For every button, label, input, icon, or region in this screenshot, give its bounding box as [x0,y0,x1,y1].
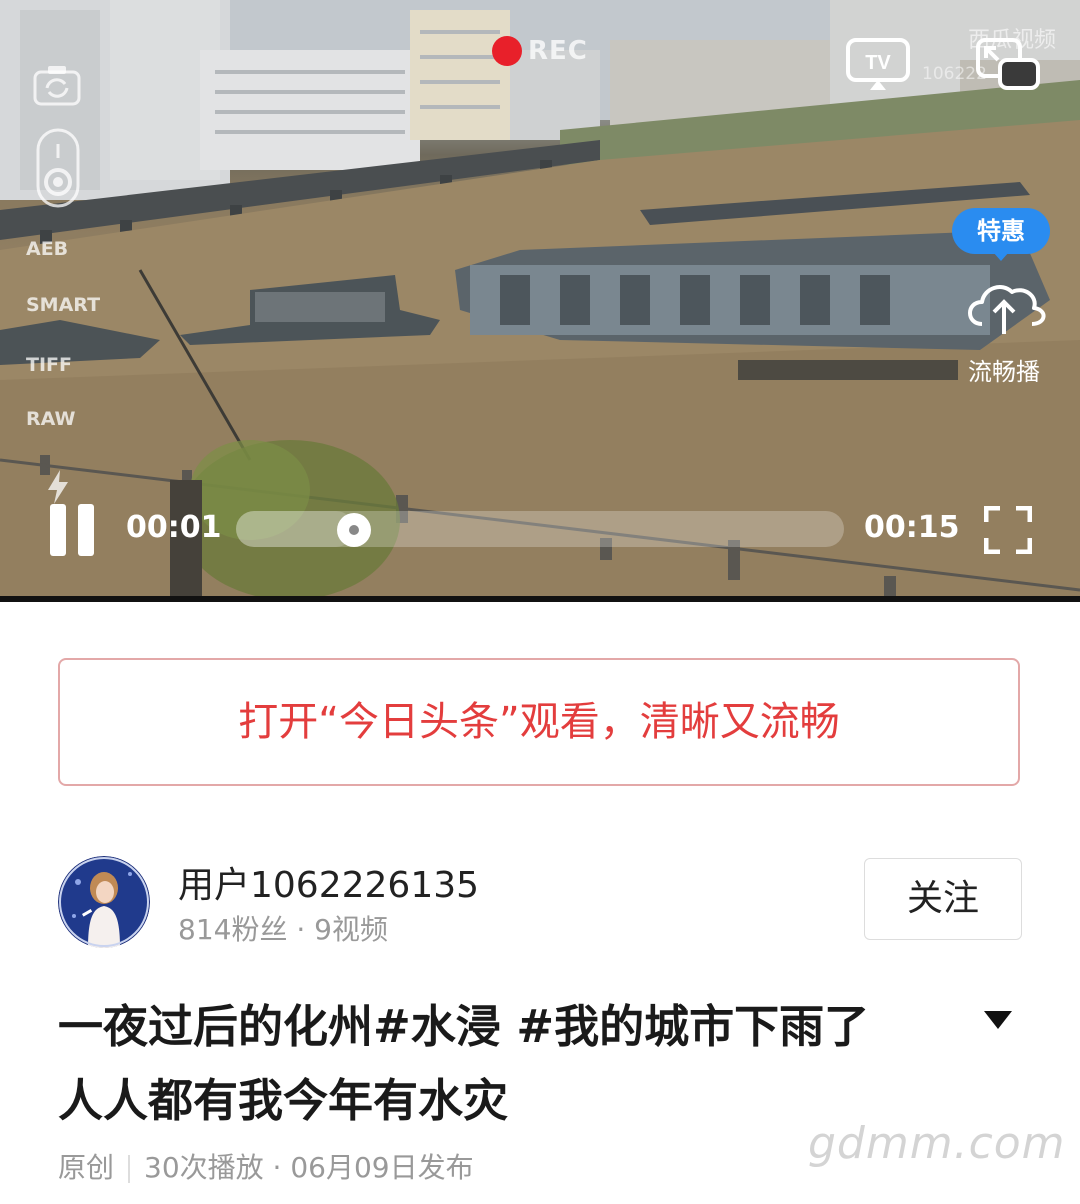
cloud-upload-icon [968,285,1046,334]
promo-badge-pointer [993,252,1009,261]
avatar[interactable] [58,856,150,948]
follow-button[interactable]: 关注 [864,858,1022,940]
pause-icon [50,504,66,556]
camera-switch-icon [33,66,81,106]
original-label: 原创 [58,1151,115,1184]
fullscreen-icon [983,505,1033,555]
pip-button[interactable] [976,38,1040,90]
current-time: 00:01 [126,510,222,545]
open-app-button[interactable]: 打开“今日头条”观看，清晰又流畅 [58,658,1020,786]
video-player[interactable]: REC AEB SMART TIFF RAW 西瓜视频 106222 TV 特惠… [0,0,1080,596]
pause-button[interactable] [48,504,96,556]
camera-mode-smart: SMART [26,294,101,316]
fullscreen-button[interactable] [983,505,1033,555]
smooth-play-button[interactable]: 流畅播 [958,272,1050,388]
smooth-play-label: 流畅播 [968,358,1040,386]
video-frame [0,0,1080,596]
site-watermark: gdmm.com [808,1118,1066,1169]
rec-indicator-icon [492,36,522,66]
camera-mode-aeb: AEB [26,238,69,260]
rec-label: REC [528,36,588,66]
duration: 00:15 [864,510,960,545]
camera-mode-tiff: TIFF [26,354,72,376]
video-meta: 原创 30次播放 · 06月09日发布 [58,1146,474,1186]
avatar-image [58,856,150,948]
flash-icon [48,470,68,504]
player-divider [0,596,1080,602]
expand-title-button[interactable] [982,1008,1014,1032]
progress-track[interactable] [236,511,844,547]
svg-text:TV: TV [865,52,891,74]
author-stats: 814粉丝 · 9视频 [178,913,388,946]
promo-badge[interactable]: 特惠 [952,208,1050,254]
pip-icon [976,38,1040,90]
meta-divider [128,1155,131,1183]
author-name[interactable]: 用户1062226135 [178,856,479,908]
shutter-icon [36,128,80,208]
video-title: 一夜过后的化州#水浸 #我的城市下雨了 人人都有我今年有水灾 [58,1000,870,1127]
plays-and-date: 30次播放 · 06月09日发布 [144,1151,474,1184]
progress-knob[interactable] [337,513,371,547]
tv-cast-button[interactable]: TV [846,38,910,90]
camera-mode-raw: RAW [26,408,76,430]
tv-cast-icon: TV [846,38,910,90]
chevron-down-icon [984,1011,1012,1029]
